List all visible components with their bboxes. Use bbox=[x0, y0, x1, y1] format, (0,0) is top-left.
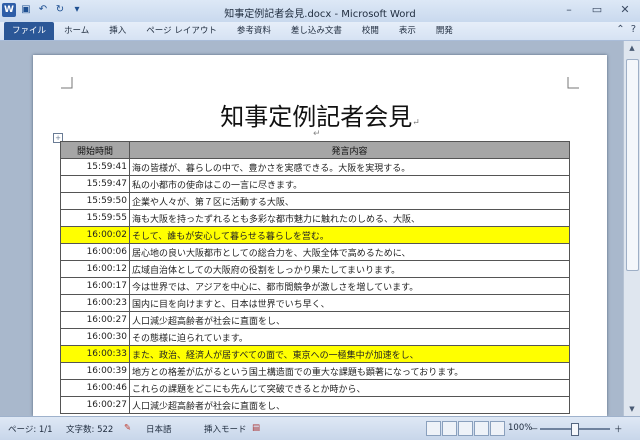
cell-start-time[interactable]: 15:59:55 bbox=[60, 209, 130, 227]
document-title: 知事定例記者会見↵ bbox=[33, 97, 607, 132]
cell-speech-content[interactable]: 私の小都市の使命はこの一言に尽きます。 bbox=[129, 175, 570, 193]
document-workspace: 知事定例記者会見↵ + ↵ 開始時間 発言内容 15:59:41 海の皆様が、暮ら… bbox=[0, 41, 640, 416]
table-row[interactable]: 16:00:33 また、政治、経済人が居すべての面で、東京への一極集中が加速をし、 bbox=[60, 345, 570, 363]
cell-speech-content[interactable]: 地方との格差が広がるという国土構造面での重大な課題も顕著になっております。 bbox=[129, 362, 570, 380]
cell-speech-content[interactable]: 居心地の良い大阪都市としての総合力を、大阪全体で高めるために、 bbox=[129, 243, 570, 261]
page-count[interactable]: ページ: 1/1 bbox=[8, 423, 53, 435]
cell-start-time[interactable]: 16:00:12 bbox=[60, 260, 130, 278]
ribbon-right-controls: ⌃ ? bbox=[616, 24, 636, 35]
insert-mode[interactable]: 挿入モード bbox=[204, 423, 247, 435]
ribbon-tab[interactable]: ファイル bbox=[4, 22, 55, 40]
table-row[interactable]: 16:00:02 そして、誰もが安心して暮らせる暮らしを営む。 bbox=[60, 226, 570, 244]
table-row[interactable]: 16:00:06 居心地の良い大阪都市としての総合力を、大阪全体で高めるために、 bbox=[60, 243, 570, 261]
cell-start-time[interactable]: 16:00:02 bbox=[60, 226, 130, 244]
ribbon-tab[interactable]: 挿入 bbox=[99, 22, 136, 40]
table-header-row: 開始時間 発言内容 bbox=[60, 141, 570, 159]
table-row[interactable]: 15:59:41 海の皆様が、暮らしの中で、豊かさを実感できる。大阪を実現する。 bbox=[60, 158, 570, 176]
proofing-icon[interactable]: ✎ bbox=[124, 423, 131, 433]
minimize-icon[interactable]: – bbox=[558, 2, 580, 17]
table-row[interactable]: 16:00:17 今は世界では、アジアを中心に、都市間競争が激しさを増しています。 bbox=[60, 277, 570, 295]
outline-view-icon[interactable] bbox=[474, 421, 489, 436]
cell-start-time[interactable]: 15:59:50 bbox=[60, 192, 130, 210]
ribbon-tab[interactable]: 校閲 bbox=[352, 22, 389, 40]
table-row[interactable]: 15:59:55 海も大阪を持ったずれるとも多彩な都市魅力に触れたのしめる、大阪、 bbox=[60, 209, 570, 227]
table-row[interactable]: 16:00:39 地方との格差が広がるという国土構造面での重大な課題も顕著になって… bbox=[60, 362, 570, 380]
paragraph-mark: ↵ bbox=[412, 118, 420, 128]
ribbon-tab[interactable]: ページ レイアウト bbox=[136, 22, 227, 40]
ribbon-tab[interactable]: 参考資料 bbox=[227, 22, 281, 40]
paragraph-mark: ↵ bbox=[313, 129, 321, 139]
window-controls: – ▭ ✕ bbox=[558, 2, 636, 17]
close-icon[interactable]: ✕ bbox=[614, 2, 636, 17]
cell-start-time[interactable]: 16:00:39 bbox=[60, 362, 130, 380]
cell-start-time[interactable]: 16:00:46 bbox=[60, 379, 130, 397]
cell-start-time[interactable]: 15:59:47 bbox=[60, 175, 130, 193]
table-row[interactable]: 16:00:27 人口減少超高齢者が社会に直面をし、 bbox=[60, 311, 570, 329]
macro-record-icon[interactable]: ▤ bbox=[252, 423, 260, 433]
cell-start-time[interactable]: 16:00:17 bbox=[60, 277, 130, 295]
cell-speech-content[interactable]: 人口減少超高齢者が社会に直面をし、 bbox=[129, 311, 570, 329]
page-corner-mark bbox=[567, 77, 579, 89]
table-row[interactable]: 15:59:47 私の小都市の使命はこの一言に尽きます。 bbox=[60, 175, 570, 193]
table-row[interactable]: 16:00:12 広域自治体としての大阪府の役割をしっかり果たしてまいります。 bbox=[60, 260, 570, 278]
transcript-table[interactable]: 開始時間 発言内容 15:59:41 海の皆様が、暮らしの中で、豊かさを実感できる… bbox=[60, 141, 570, 414]
cell-start-time[interactable]: 16:00:30 bbox=[60, 328, 130, 346]
header-start-time: 開始時間 bbox=[60, 141, 130, 159]
table-row[interactable]: 16:00:30 その態様に迫られています。 bbox=[60, 328, 570, 346]
draft-view-icon[interactable] bbox=[490, 421, 505, 436]
table-row[interactable]: 15:59:50 企業や人々が、第７区に活動する大阪、 bbox=[60, 192, 570, 210]
cell-start-time[interactable]: 15:59:41 bbox=[60, 158, 130, 176]
title-bar: W ▣ ↶ ↻ ▾ 知事定例記者会見.docx - Microsoft Word… bbox=[0, 0, 640, 22]
cell-start-time[interactable]: 16:00:27 bbox=[60, 396, 130, 414]
window-title: 知事定例記者会見.docx - Microsoft Word bbox=[224, 9, 416, 20]
restore-icon[interactable]: ▭ bbox=[586, 2, 608, 17]
cell-speech-content[interactable]: 海も大阪を持ったずれるとも多彩な都市魅力に触れたのしめる、大阪、 bbox=[129, 209, 570, 227]
cell-speech-content[interactable]: 海の皆様が、暮らしの中で、豊かさを実感できる。大阪を実現する。 bbox=[129, 158, 570, 176]
zoom-slider-knob[interactable] bbox=[571, 423, 579, 436]
status-bar: ページ: 1/1 文字数: 522 ✎ 日本語 挿入モード ▤ 100% － ＋ bbox=[0, 416, 640, 440]
cell-speech-content[interactable]: そして、誰もが安心して暮らせる暮らしを営む。 bbox=[129, 226, 570, 244]
ribbon-tab-bar: ファイル ホーム 挿入 ページ レイアウト 参考資料 差し込み文書 校閲 表示 開発 ⌃ ? bbox=[0, 22, 640, 41]
header-speech-content: 発言内容 bbox=[129, 141, 570, 159]
cell-speech-content[interactable]: 広域自治体としての大阪府の役割をしっかり果たしてまいります。 bbox=[129, 260, 570, 278]
ribbon-tab[interactable]: 差し込み文書 bbox=[281, 22, 352, 40]
cell-speech-content[interactable]: また、政治、経済人が居すべての面で、東京への一極集中が加速をし、 bbox=[129, 345, 570, 363]
ribbon-tab[interactable]: 表示 bbox=[389, 22, 426, 40]
ribbon-tab[interactable]: ホーム bbox=[54, 22, 99, 40]
document-page[interactable]: 知事定例記者会見↵ + ↵ 開始時間 発言内容 15:59:41 海の皆様が、暮ら… bbox=[33, 55, 607, 416]
cell-speech-content[interactable]: 人口減少超高齢者が社会に直面をし、 bbox=[129, 396, 570, 414]
table-row[interactable]: 16:00:27 人口減少超高齢者が社会に直面をし、 bbox=[60, 396, 570, 414]
document-title-text: 知事定例記者会見 bbox=[220, 103, 413, 131]
zoom-out-icon[interactable]: － bbox=[530, 423, 539, 435]
cell-start-time[interactable]: 16:00:06 bbox=[60, 243, 130, 261]
vertical-scrollbar[interactable]: ▲ ▼ bbox=[623, 41, 640, 416]
table-row[interactable]: 16:00:23 国内に目を向けますと、日本は世界でいち早く、 bbox=[60, 294, 570, 312]
ribbon-tabs: ファイル ホーム 挿入 ページ レイアウト 参考資料 差し込み文書 校閲 表示 開発 bbox=[4, 22, 463, 40]
ribbon-tab[interactable]: 開発 bbox=[426, 22, 463, 40]
page-corner-mark bbox=[61, 77, 73, 89]
cell-start-time[interactable]: 16:00:23 bbox=[60, 294, 130, 312]
cell-speech-content[interactable]: これらの課題をどこにも先んじて突破できるとか時から、 bbox=[129, 379, 570, 397]
scroll-up-icon[interactable]: ▲ bbox=[624, 41, 640, 55]
language-label[interactable]: 日本語 bbox=[146, 423, 172, 435]
web-layout-view-icon[interactable] bbox=[458, 421, 473, 436]
ribbon-collapse-icon[interactable]: ⌃ bbox=[616, 24, 624, 35]
cell-speech-content[interactable]: 企業や人々が、第７区に活動する大阪、 bbox=[129, 192, 570, 210]
scrollbar-thumb[interactable] bbox=[626, 59, 639, 271]
cell-start-time[interactable]: 16:00:33 bbox=[60, 345, 130, 363]
scroll-down-icon[interactable]: ▼ bbox=[624, 402, 640, 416]
zoom-level[interactable]: 100% bbox=[508, 423, 532, 433]
zoom-in-icon[interactable]: ＋ bbox=[614, 423, 623, 435]
help-icon[interactable]: ? bbox=[631, 24, 636, 35]
cell-speech-content[interactable]: 国内に目を向けますと、日本は世界でいち早く、 bbox=[129, 294, 570, 312]
table-row[interactable]: 16:00:46 これらの課題をどこにも先んじて突破できるとか時から、 bbox=[60, 379, 570, 397]
cell-speech-content[interactable]: その態様に迫られています。 bbox=[129, 328, 570, 346]
cell-speech-content[interactable]: 今は世界では、アジアを中心に、都市間競争が激しさを増しています。 bbox=[129, 277, 570, 295]
fullscreen-reading-view-icon[interactable] bbox=[442, 421, 457, 436]
word-count[interactable]: 文字数: 522 bbox=[66, 423, 113, 435]
cell-start-time[interactable]: 16:00:27 bbox=[60, 311, 130, 329]
print-layout-view-icon[interactable] bbox=[426, 421, 441, 436]
